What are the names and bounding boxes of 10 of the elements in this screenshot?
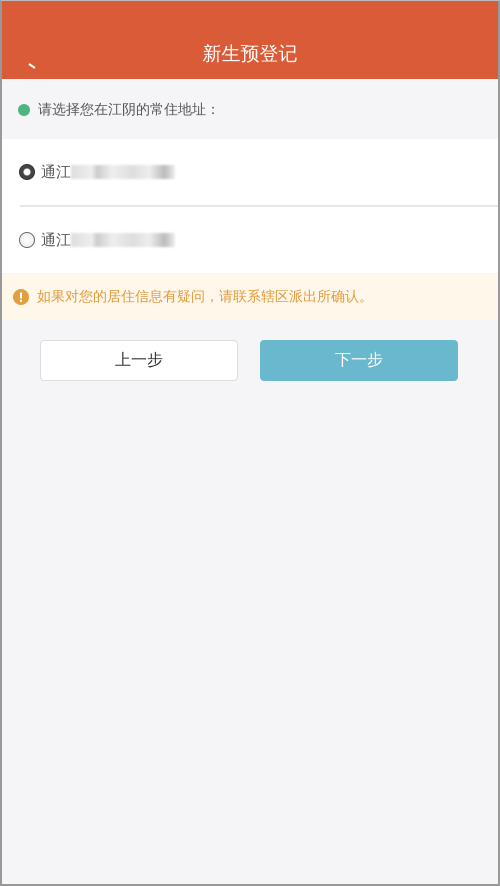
- radio-button[interactable]: [19, 232, 35, 248]
- warning-icon: [13, 289, 29, 305]
- notice-text: 如果对您的居住信息有疑问，请联系辖区派出所确认。: [37, 288, 373, 306]
- radio-button[interactable]: [19, 164, 35, 180]
- prompt-text: 请选择您在江阴的常住地址：: [38, 101, 220, 119]
- address-label: 通江: [41, 230, 71, 250]
- back-button[interactable]: 上一步: [40, 340, 238, 381]
- address-label: 通江: [41, 162, 71, 182]
- page-title: 新生预登记: [202, 42, 298, 67]
- status-dot-icon: [18, 104, 30, 116]
